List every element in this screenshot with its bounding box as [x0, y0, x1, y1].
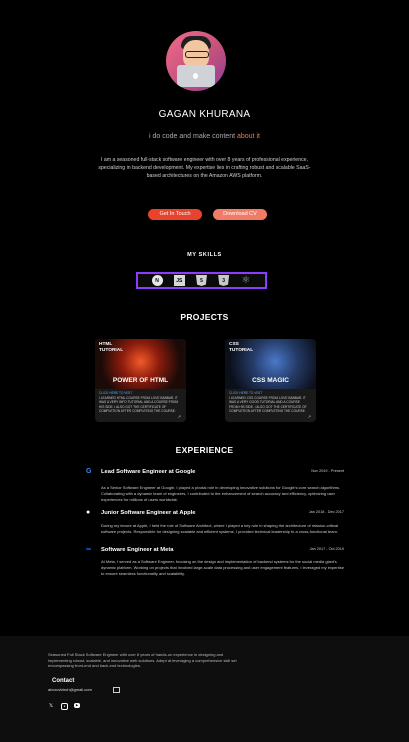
projects-title: PROJECTS: [180, 312, 229, 322]
footer-text: Seasoned Full Stack Software Engineer wi…: [48, 652, 237, 668]
html5-icon: 5: [195, 275, 207, 286]
email-link[interactable]: abcxcvbtruh@gmail.com: [48, 687, 92, 692]
google-logo: G: [86, 468, 92, 475]
get-in-touch-button[interactable]: Get In Touch: [148, 209, 202, 220]
experience-date: Jan 2017 - Oct 2019: [309, 547, 344, 551]
mail-icon[interactable]: [113, 687, 120, 693]
experience-description: As a Senior Software Engineer at Google,…: [101, 485, 341, 502]
tagline: i do code and make content about it: [149, 133, 260, 140]
experience-date: Jan 2018 - Dec 2017: [308, 510, 344, 514]
download-cv-button[interactable]: Download CV: [213, 209, 267, 220]
project-description: I LEARNED CSS COURSE FROM LOVE BABBAR. I…: [229, 396, 307, 414]
project-image: CSS TUTORIAL CSS MAGIC: [225, 339, 316, 389]
experience-date: Nov 2019 - Present: [311, 469, 344, 473]
youtube-icon[interactable]: ▶: [74, 703, 80, 708]
project-link[interactable]: CLICK HERE TO VISIT: [99, 391, 132, 395]
experience-role: Junior Software Engineer at Apple: [101, 510, 196, 516]
project-image: HTML TUTORIAL POWER OF HTML: [95, 339, 186, 389]
contact-title: Contact: [52, 678, 75, 684]
external-link-icon[interactable]: ↗: [308, 414, 311, 419]
meta-logo: ∞: [86, 546, 91, 553]
skills-title: MY SKILLS: [187, 252, 222, 258]
project-card[interactable]: HTML TUTORIAL POWER OF HTML CLICK HERE T…: [95, 339, 186, 422]
x-icon[interactable]: 𝕏: [48, 703, 54, 709]
experience-role: Software Engineer at Meta: [101, 547, 174, 553]
javascript-icon: JS: [173, 275, 185, 286]
tagline-highlight: about it: [236, 133, 260, 140]
skills-bar: N JS 5 3 ⚛: [136, 272, 267, 289]
experience-title: EXPERIENCE: [175, 445, 234, 455]
apple-logo: ●: [86, 509, 91, 516]
instagram-icon[interactable]: ●: [61, 703, 68, 710]
experience-description: During my tenure at Apple, I held the ro…: [101, 523, 339, 534]
css3-icon: 3: [218, 275, 230, 286]
project-card[interactable]: CSS TUTORIAL CSS MAGIC CLICK HERE TO VIS…: [225, 339, 316, 422]
experience-description: At Meta, I served as a Software Engineer…: [101, 559, 344, 576]
nextjs-icon: N: [151, 275, 163, 286]
project-link[interactable]: CLICK HERE TO VISIT: [229, 391, 262, 395]
react-icon: ⚛: [241, 275, 251, 286]
project-description: I LEARNED HTML COURSE FROM LOVE BABBAR. …: [99, 396, 179, 414]
external-link-icon[interactable]: ↗: [178, 414, 181, 419]
avatar: [166, 31, 226, 91]
experience-role: Lead Software Engineer at Google: [101, 469, 196, 475]
bio: I am a seasoned full-stack software engi…: [98, 157, 311, 179]
profile-name: GAGAN KHURANA: [158, 109, 251, 120]
